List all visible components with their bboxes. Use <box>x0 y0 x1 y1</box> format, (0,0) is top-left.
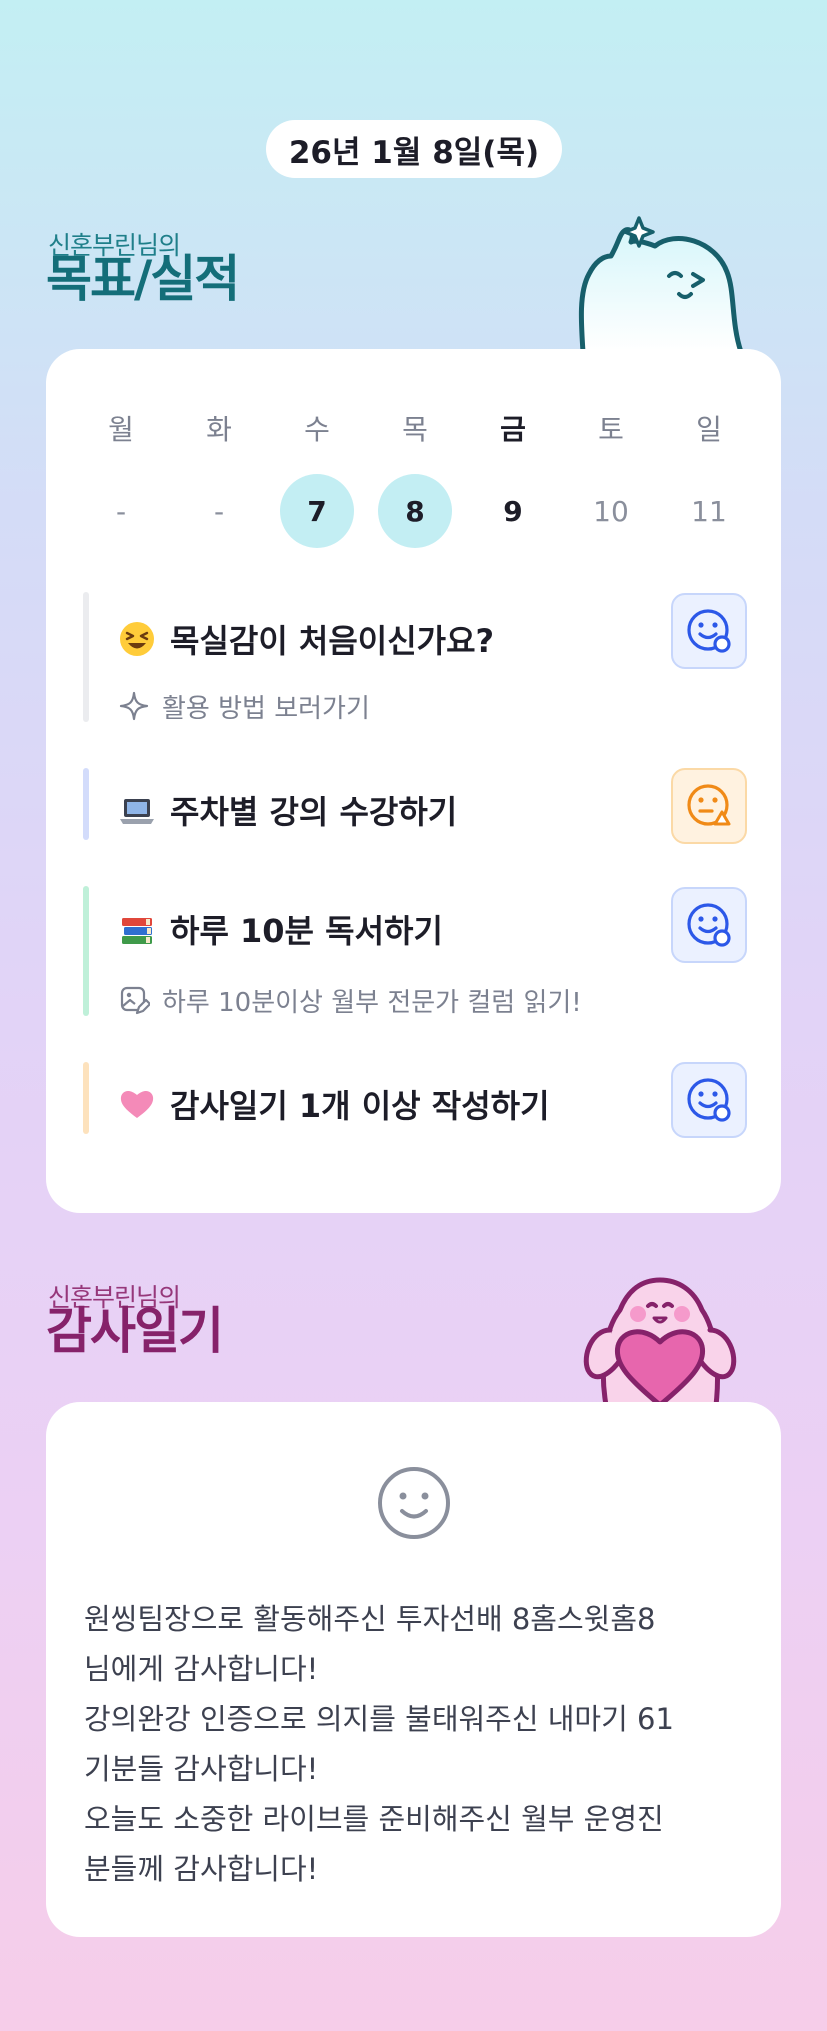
goal-item[interactable]: 하루 10분 독서하기 <box>118 904 443 954</box>
journal-line: 원씽팀장으로 활동해주신 투자선배 8홈스윗홈8 <box>84 1602 656 1636</box>
smiley-status-icon <box>687 609 731 653</box>
calendar-day[interactable]: - <box>84 474 158 548</box>
smiley-status-icon <box>687 1078 731 1122</box>
journal-line: 오늘도 소중한 라이브를 준비해주신 월부 운영진 <box>84 1802 664 1836</box>
goal-accent-bar <box>83 886 89 1016</box>
mascot-heart-illustration <box>583 1277 737 1405</box>
goal-subtitle: 활용 방법 보러가기 <box>162 693 370 724</box>
grinning-squint-face-icon <box>118 620 156 658</box>
calendar-day-completed[interactable]: 8 <box>378 474 452 548</box>
weekday-header: 월 화 수 목 금 토 일 <box>72 398 758 458</box>
smiley-status-icon <box>687 903 731 947</box>
calendar-day[interactable]: - <box>182 474 256 548</box>
smiley-face-icon <box>378 1467 450 1539</box>
sparkle-icon <box>119 691 149 721</box>
goal-title: 목실감이 처음이신가요? <box>170 622 495 660</box>
pink-heart-icon <box>118 1085 156 1123</box>
gratitude-journal-text[interactable]: 원씽팀장으로 활동해주신 투자선배 8홈스윗홈8 님에게 감사합니다! 강의완강… <box>84 1594 754 1894</box>
goal-item[interactable]: 주차별 강의 수강하기 <box>118 785 457 835</box>
weekday-label: 일 <box>696 413 722 446</box>
laptop-icon <box>118 791 156 829</box>
goal-guide-link[interactable]: 활용 방법 보러가기 <box>118 684 370 728</box>
neutral-face-warning-icon <box>687 784 731 826</box>
calendar-day[interactable]: 11 <box>672 474 746 548</box>
date-display[interactable]: 26년 1월 8일(목) <box>266 120 562 178</box>
weekday-label: 화 <box>206 413 232 446</box>
goal-subtitle: 하루 10분이상 월부 전문가 컬럼 읽기! <box>162 987 582 1018</box>
journal-line: 기분들 감사합니다! <box>84 1752 319 1786</box>
thanks-section-title: 감사일기 <box>46 1302 224 1360</box>
goal-status-button[interactable] <box>671 768 747 844</box>
goal-accent-bar <box>83 768 89 840</box>
goal-accent-bar <box>83 592 89 722</box>
goal-accent-bar <box>83 1062 89 1134</box>
books-icon <box>118 910 156 948</box>
journal-line: 님에게 감사합니다! <box>84 1652 319 1686</box>
calendar-day-current[interactable]: 9 <box>476 474 550 548</box>
goal-item[interactable]: 감사일기 1개 이상 작성하기 <box>118 1079 550 1129</box>
goal-status-button[interactable] <box>671 593 747 669</box>
weekday-label: 수 <box>304 413 330 446</box>
journal-line: 강의완강 인증으로 의지를 불태워주신 내마기 61 <box>84 1702 674 1736</box>
calendar-day-completed[interactable]: 7 <box>280 474 354 548</box>
goal-item[interactable]: 목실감이 처음이신가요? <box>118 614 494 664</box>
goal-status-button[interactable] <box>671 887 747 963</box>
goal-description: 하루 10분이상 월부 전문가 컬럼 읽기! <box>118 978 582 1022</box>
journal-line: 분들께 감사합니다! <box>84 1852 319 1886</box>
week-calendar: - - 7 8 9 10 11 <box>72 466 758 556</box>
goals-section-title: 목표/실적 <box>46 250 240 308</box>
goal-title: 하루 10분 독서하기 <box>170 912 443 950</box>
mascot-ghost-illustration <box>578 216 744 352</box>
calendar-day[interactable]: 10 <box>574 474 648 548</box>
image-edit-icon <box>120 986 150 1015</box>
goal-status-button[interactable] <box>671 1062 747 1138</box>
goal-title: 감사일기 1개 이상 작성하기 <box>170 1087 550 1125</box>
weekday-label: 목 <box>402 413 428 446</box>
goal-title: 주차별 강의 수강하기 <box>170 793 458 831</box>
weekday-label-current: 금 <box>500 413 526 446</box>
weekday-label: 월 <box>108 413 134 446</box>
weekday-label: 토 <box>598 413 624 446</box>
